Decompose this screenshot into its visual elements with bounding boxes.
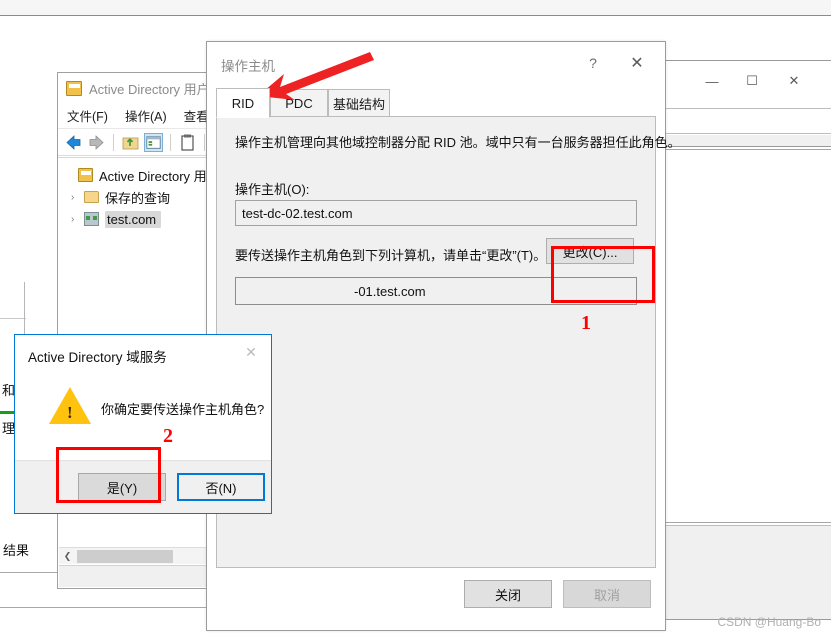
annotation-marker-2: 2: [163, 425, 173, 447]
confirm-dialog: Active Directory 域服务 ✕ ! 你确定要传送操作主机角色? 是…: [14, 334, 272, 514]
chevron-right-icon-2[interactable]: ›: [71, 214, 84, 225]
aduc-title-text: Active Directory 用户: [89, 81, 210, 97]
close-icon[interactable]: ✕: [619, 50, 655, 76]
operations-master-label: 操作主机(O):: [235, 182, 310, 197]
tab-pdc[interactable]: PDC: [270, 89, 328, 117]
minimize-icon[interactable]: —: [695, 71, 729, 91]
screenshot-root: 和 理 结果 — ☐ ✕ Active Directory 用户 文件(F) 操…: [0, 0, 831, 639]
book-icon: [66, 80, 82, 96]
background-right-window: — ☐ ✕: [660, 60, 831, 620]
target-computer-field: -01.test.com: [235, 277, 637, 305]
rid-description: 操作主机管理向其他域控制器分配 RID 池。域中只有一台服务器担任此角色。: [235, 135, 681, 150]
close-button[interactable]: 关闭: [464, 580, 552, 608]
confirm-dialog-footer: 是(Y) 否(N): [15, 460, 271, 513]
rid-tab-panel: 操作主机管理向其他域控制器分配 RID 池。域中只有一台服务器担任此角色。 操作…: [216, 116, 681, 568]
operations-masters-tabs: RID PDC 基础结构: [216, 88, 656, 118]
tab-rid[interactable]: RID: [216, 88, 270, 118]
toolbar-separator-2: [170, 134, 171, 151]
confirm-message: 你确定要传送操作主机角色?: [101, 402, 265, 417]
watermark-text: CSDN @Huang-Bo: [717, 615, 821, 629]
scroll-left-icon[interactable]: ❮: [59, 549, 76, 564]
operations-masters-title: 操作主机: [221, 59, 275, 74]
tree-item-domain-label: test.com: [105, 210, 162, 228]
menu-item-file[interactable]: 文件(F): [67, 106, 108, 125]
domain-icon: [84, 212, 99, 226]
background-right-titlebar: — ☐ ✕: [661, 61, 831, 109]
background-right-menubar: [661, 110, 831, 134]
properties-icon[interactable]: [178, 133, 197, 152]
toolbar-separator: [113, 134, 114, 151]
up-folder-icon[interactable]: [121, 133, 140, 152]
back-arrow-icon[interactable]: [64, 133, 83, 152]
folder-icon: [84, 191, 99, 203]
tree-item-root-label: Active Directory 用户: [99, 168, 220, 184]
warning-exclamation-glyph: !: [67, 403, 73, 422]
background-left-fragment-3: 结果: [3, 543, 30, 558]
operations-masters-titlebar: 操作主机 ? ✕: [207, 42, 665, 86]
chevron-right-icon[interactable]: ›: [71, 192, 84, 203]
target-computer-value: -01.test.com: [354, 283, 426, 299]
menu-item-view[interactable]: 查看: [184, 106, 209, 125]
yes-button[interactable]: 是(Y): [78, 473, 166, 501]
tree-item-saved-queries-label: 保存的查询: [105, 190, 171, 206]
operations-master-field: test-dc-02.test.com: [235, 200, 637, 226]
toolbar-separator-3: [204, 134, 205, 151]
transfer-instruction-text: 要传送操作主机角色到下列计算机，请单击“更改”(T)。: [235, 248, 547, 263]
close-icon[interactable]: ✕: [237, 340, 265, 364]
operations-masters-dialog: 操作主机 ? ✕ RID PDC 基础结构 操作主机管理向其他域控制器分配 RI…: [206, 41, 681, 631]
scrollbar-thumb[interactable]: [77, 549, 173, 563]
background-right-toolbar: [661, 135, 831, 147]
close-icon[interactable]: ✕: [777, 71, 811, 91]
show-tree-icon[interactable]: [144, 133, 163, 152]
menu-item-action[interactable]: 操作(A): [125, 106, 167, 125]
confirm-dialog-title: Active Directory 域服务: [28, 350, 167, 365]
help-icon[interactable]: ?: [577, 50, 609, 76]
annotation-marker-1: 1: [581, 312, 591, 334]
book-icon: [78, 168, 93, 182]
background-right-footer: [661, 525, 831, 619]
background-right-content: [665, 149, 831, 523]
maximize-icon[interactable]: ☐: [735, 71, 769, 91]
top-edge-strip: [0, 0, 831, 16]
tab-infrastructure[interactable]: 基础结构: [328, 89, 390, 117]
forward-arrow-icon[interactable]: [87, 133, 106, 152]
no-button[interactable]: 否(N): [177, 473, 265, 501]
background-left-divider-line: [0, 318, 26, 319]
cancel-button: 取消: [563, 580, 651, 608]
change-button[interactable]: 更改(C)...: [546, 238, 634, 264]
